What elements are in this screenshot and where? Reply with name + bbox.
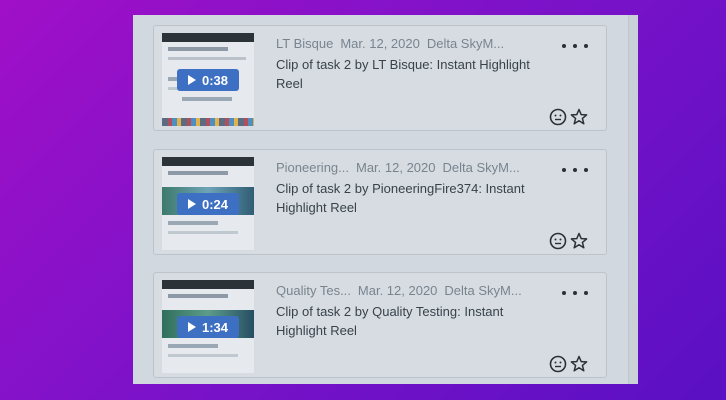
clip-title[interactable]: Clip of task 2 by LT Bisque: Instant Hig… xyxy=(276,55,538,93)
clip-title[interactable]: Clip of task 2 by PioneeringFire374: Ins… xyxy=(276,179,538,217)
clip-card[interactable]: 0:24 Pioneering... Mar. 12, 2020 Delta Sky… xyxy=(153,149,607,255)
clip-date: Mar. 12, 2020 xyxy=(357,283,438,298)
star-icon[interactable] xyxy=(570,355,588,373)
play-duration-button[interactable]: 0:24 xyxy=(177,193,239,215)
clip-thumbnail[interactable]: 0:24 xyxy=(162,157,254,250)
clip-card[interactable]: 0:38 LT Bisque Mar. 12, 2020 Delta SkyM...… xyxy=(153,25,607,131)
smiley-face-icon[interactable] xyxy=(549,232,567,250)
clip-title[interactable]: Clip of task 2 by Quality Testing: Insta… xyxy=(276,302,538,340)
play-icon xyxy=(187,75,196,85)
play-duration-button[interactable]: 1:34 xyxy=(177,316,239,338)
clip-uploader[interactable]: LT Bisque xyxy=(276,36,333,51)
clip-duration: 1:34 xyxy=(201,319,229,335)
clip-study[interactable]: Delta SkyM... xyxy=(427,36,504,51)
clip-duration: 0:24 xyxy=(201,196,229,212)
clip-thumbnail[interactable]: 1:34 xyxy=(162,280,254,373)
clip-date: Mar. 12, 2020 xyxy=(356,160,436,175)
play-icon xyxy=(187,322,196,332)
clip-uploader[interactable]: Pioneering... xyxy=(276,160,349,175)
clip-meta: Pioneering... Mar. 12, 2020 Delta SkyM... xyxy=(276,160,527,175)
clip-date: Mar. 12, 2020 xyxy=(340,36,420,51)
star-icon[interactable] xyxy=(570,108,588,126)
clip-study[interactable]: Delta SkyM... xyxy=(444,283,521,298)
play-icon xyxy=(187,199,196,209)
star-icon[interactable] xyxy=(570,232,588,250)
more-options-icon[interactable] xyxy=(562,162,588,178)
clip-duration: 0:38 xyxy=(201,72,229,88)
clip-uploader[interactable]: Quality Tes... xyxy=(276,283,351,298)
thumbnail-header xyxy=(162,33,254,42)
more-options-icon[interactable] xyxy=(562,38,588,54)
clip-meta: LT Bisque Mar. 12, 2020 Delta SkyM... xyxy=(276,36,511,51)
clip-thumbnail[interactable]: 0:38 xyxy=(162,33,254,126)
clips-panel: 0:38 LT Bisque Mar. 12, 2020 Delta SkyM...… xyxy=(133,15,638,384)
more-options-icon[interactable] xyxy=(562,285,588,301)
scrollbar[interactable] xyxy=(628,15,638,384)
smiley-face-icon[interactable] xyxy=(549,108,567,126)
clip-meta: Quality Tes... Mar. 12, 2020 Delta SkyM... xyxy=(276,283,529,298)
smiley-face-icon[interactable] xyxy=(549,355,567,373)
play-duration-button[interactable]: 0:38 xyxy=(177,69,239,91)
thumbnail-dock xyxy=(162,118,254,126)
clip-card[interactable]: 1:34 Quality Tes... Mar. 12, 2020 Delta Sk… xyxy=(153,272,607,378)
clip-study[interactable]: Delta SkyM... xyxy=(443,160,520,175)
